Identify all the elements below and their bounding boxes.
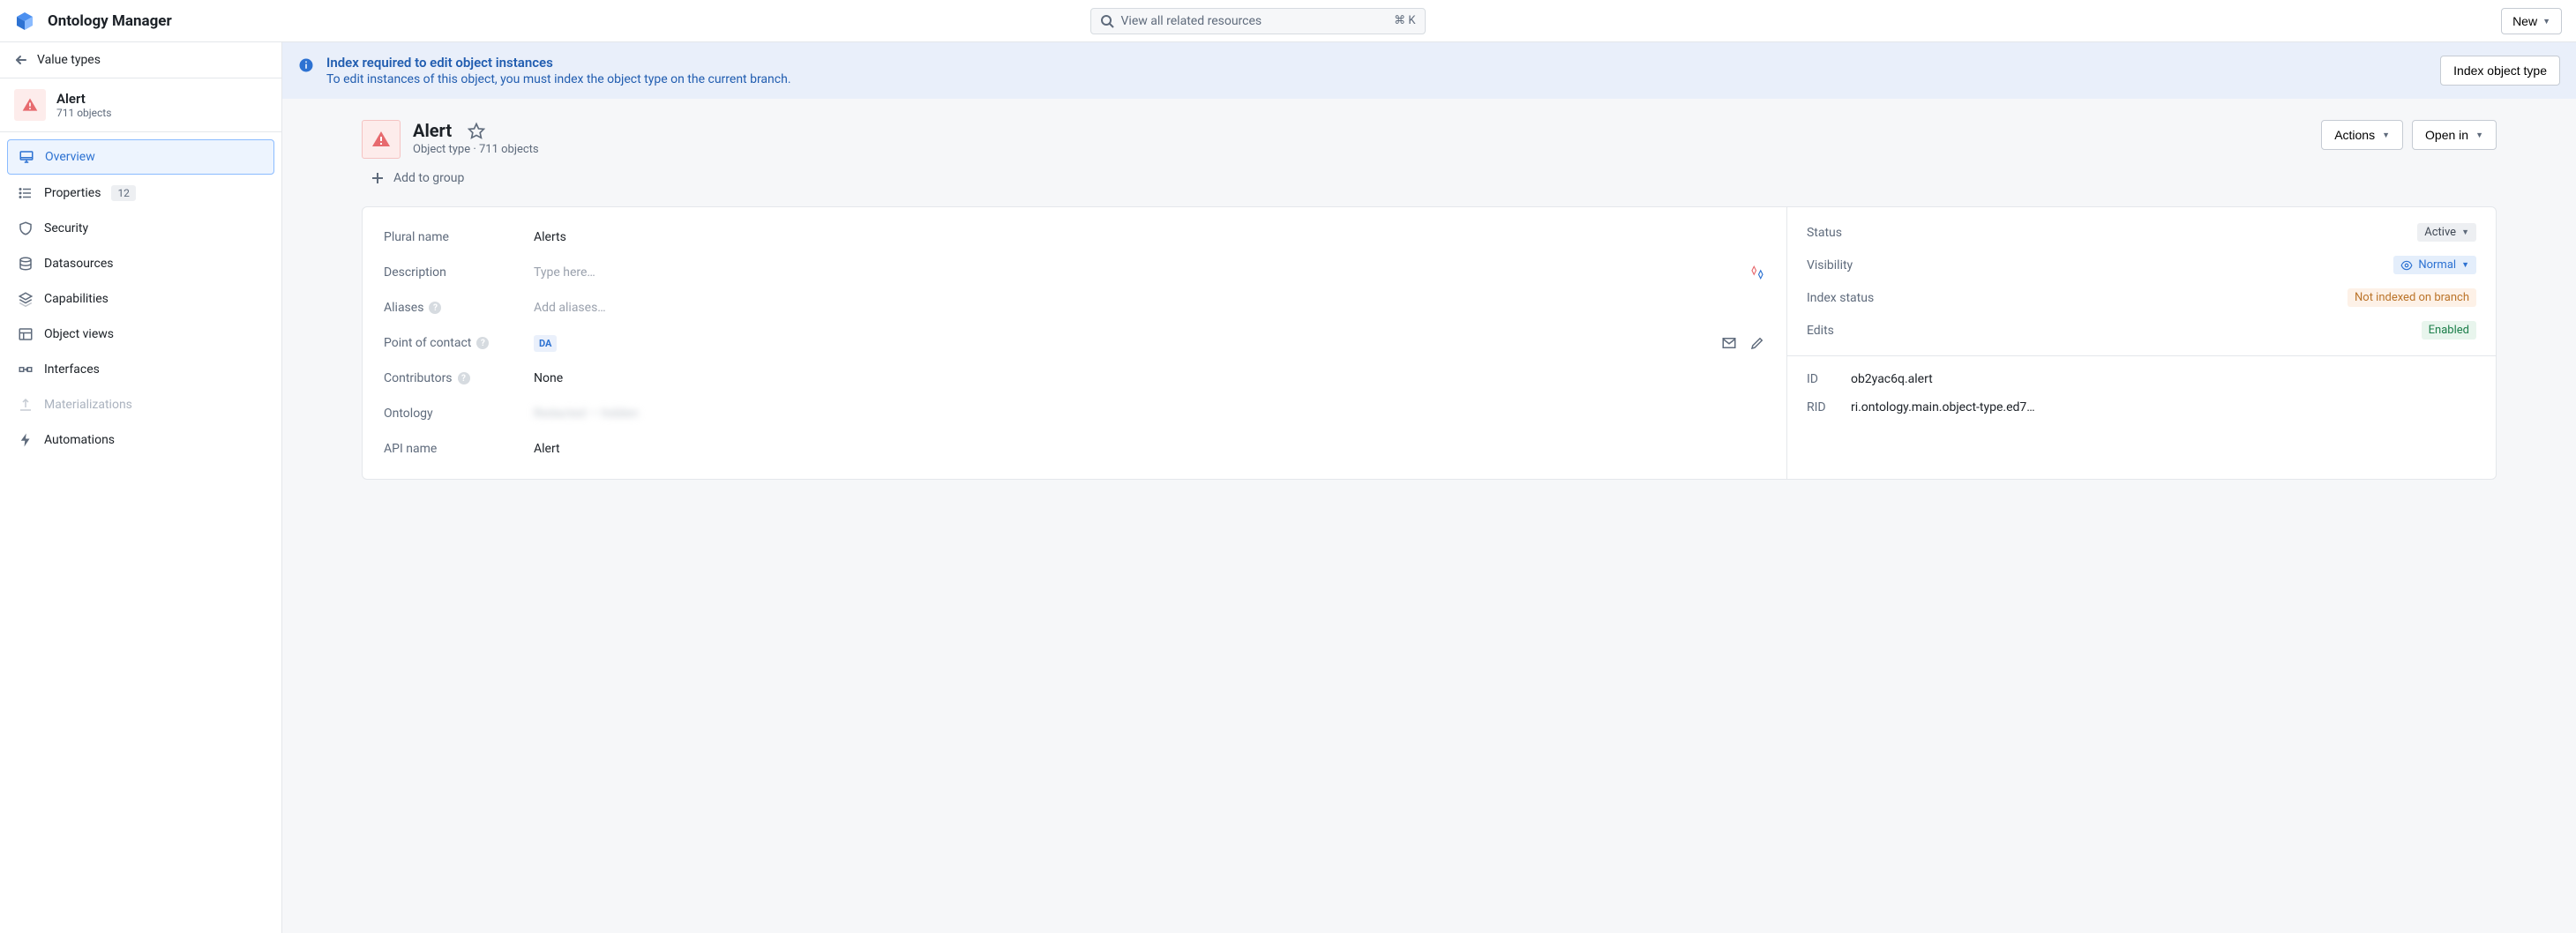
search-placeholder: View all related resources: [1121, 14, 1262, 28]
nav-automations[interactable]: Automations: [7, 423, 274, 457]
nav-object-views[interactable]: Object views: [7, 317, 274, 351]
alert-icon: [14, 89, 46, 121]
row-description: Description Type here…: [384, 262, 1765, 283]
id-row: ID ob2yac6q.alert: [1807, 372, 2476, 386]
search-icon: [1100, 14, 1114, 28]
plus-icon: [371, 171, 385, 185]
search-input[interactable]: View all related resources ⌘ K: [1090, 8, 1426, 34]
chevron-down-icon: ▼: [2461, 228, 2469, 237]
row-api-name: API name Alert: [384, 438, 1765, 459]
status-row: Status Active ▼: [1807, 223, 2476, 242]
ai-sparkle-icon[interactable]: [1749, 265, 1765, 280]
description-input[interactable]: Type here…: [534, 265, 1749, 280]
index-banner: Index required to edit object instances …: [282, 42, 2576, 99]
contributors-value: None: [534, 371, 1765, 385]
monitor-icon: [19, 149, 34, 165]
ontology-value: Redacted — hidden: [534, 407, 1765, 421]
index-status-badge: Not indexed on branch: [2348, 288, 2476, 307]
help-icon[interactable]: ?: [429, 302, 441, 314]
sidebar-object-name: Alert: [56, 91, 111, 107]
sidebar-object-sub: 711 objects: [56, 107, 111, 119]
nav-overview[interactable]: Overview: [7, 139, 274, 175]
contact-badge: DA: [534, 335, 557, 352]
lightning-icon: [18, 432, 34, 448]
rid-value: ri.ontology.main.object-type.ed7…: [1851, 400, 2035, 414]
banner-title: Index required to edit object instances: [326, 55, 2428, 71]
star-icon[interactable]: [468, 122, 485, 139]
help-icon[interactable]: ?: [476, 337, 489, 349]
upload-icon: [18, 397, 34, 413]
aliases-input[interactable]: Add aliases…: [534, 301, 1765, 315]
chevron-down-icon: ▼: [2542, 17, 2550, 26]
nav-interfaces[interactable]: Interfaces: [7, 353, 274, 386]
actions-button[interactable]: Actions ▼: [2321, 120, 2403, 150]
sidebar-nav: Overview Properties 12 Security Datasour…: [0, 132, 281, 464]
index-status-row: Index status Not indexed on branch: [1807, 288, 2476, 307]
interfaces-icon: [18, 362, 34, 377]
nav-materializations: Materializations: [7, 388, 274, 422]
layout-icon: [18, 326, 34, 342]
index-object-type-button[interactable]: Index object type: [2440, 56, 2560, 86]
main-content: Index required to edit object instances …: [282, 42, 2576, 933]
info-icon: [298, 57, 314, 73]
nav-security[interactable]: Security: [7, 212, 274, 245]
row-point-of-contact: Point of contact ? DA: [384, 332, 1765, 354]
object-type-title: Alert: [413, 120, 452, 141]
logo-cube-icon: [14, 11, 35, 32]
edits-badge: Enabled: [2422, 321, 2476, 340]
chevron-down-icon: ▼: [2382, 131, 2390, 139]
breadcrumb-label: Value types: [37, 53, 101, 67]
plural-name-value[interactable]: Alerts: [534, 230, 1765, 244]
mail-icon[interactable]: [1721, 335, 1737, 351]
banner-subtitle: To edit instances of this object, you mu…: [326, 72, 2428, 86]
object-type-subtitle: Object type · 711 objects: [413, 143, 539, 156]
alert-icon: [362, 120, 401, 159]
rid-row: RID ri.ontology.main.object-type.ed7…: [1807, 400, 2476, 414]
details-panel: Plural name Alerts Description Type here…: [362, 206, 2497, 480]
content-header: Alert Object type · 711 objects Actions …: [362, 120, 2497, 159]
open-in-button[interactable]: Open in ▼: [2412, 120, 2497, 150]
row-ontology: Ontology Redacted — hidden: [384, 403, 1765, 424]
id-value: ob2yac6q.alert: [1851, 372, 1933, 386]
edits-row: Edits Enabled: [1807, 321, 2476, 340]
help-icon[interactable]: ?: [458, 372, 470, 384]
shield-icon: [18, 220, 34, 236]
eye-icon: [2400, 259, 2413, 272]
row-contributors: Contributors ? None: [384, 368, 1765, 389]
breadcrumb-back[interactable]: Value types: [0, 42, 281, 78]
nav-properties[interactable]: Properties 12: [7, 176, 274, 210]
row-plural-name: Plural name Alerts: [384, 227, 1765, 248]
app-header: Ontology Manager View all related resour…: [0, 0, 2576, 42]
nav-capabilities[interactable]: Capabilities: [7, 282, 274, 316]
status-dropdown[interactable]: Active ▼: [2417, 223, 2476, 242]
edit-icon[interactable]: [1749, 335, 1765, 351]
search-kbd: ⌘ K: [1394, 14, 1415, 27]
api-name-value: Alert: [534, 442, 1765, 456]
visibility-dropdown[interactable]: Normal ▼: [2393, 256, 2476, 274]
row-aliases: Aliases ? Add aliases…: [384, 297, 1765, 318]
add-to-group-button[interactable]: Add to group: [371, 171, 2497, 185]
arrow-left-icon: [14, 53, 28, 67]
list-icon: [18, 185, 34, 201]
sidebar: Value types Alert 711 objects: [0, 42, 282, 933]
visibility-row: Visibility Normal ▼: [1807, 256, 2476, 274]
properties-count-badge: 12: [111, 185, 136, 201]
sidebar-object-header: Alert 711 objects: [0, 78, 281, 132]
layers-icon: [18, 291, 34, 307]
nav-datasources[interactable]: Datasources: [7, 247, 274, 280]
app-title: Ontology Manager: [48, 12, 172, 30]
database-icon: [18, 256, 34, 272]
chevron-down-icon: ▼: [2461, 260, 2469, 270]
new-button[interactable]: New ▼: [2501, 8, 2562, 34]
chevron-down-icon: ▼: [2475, 131, 2483, 139]
